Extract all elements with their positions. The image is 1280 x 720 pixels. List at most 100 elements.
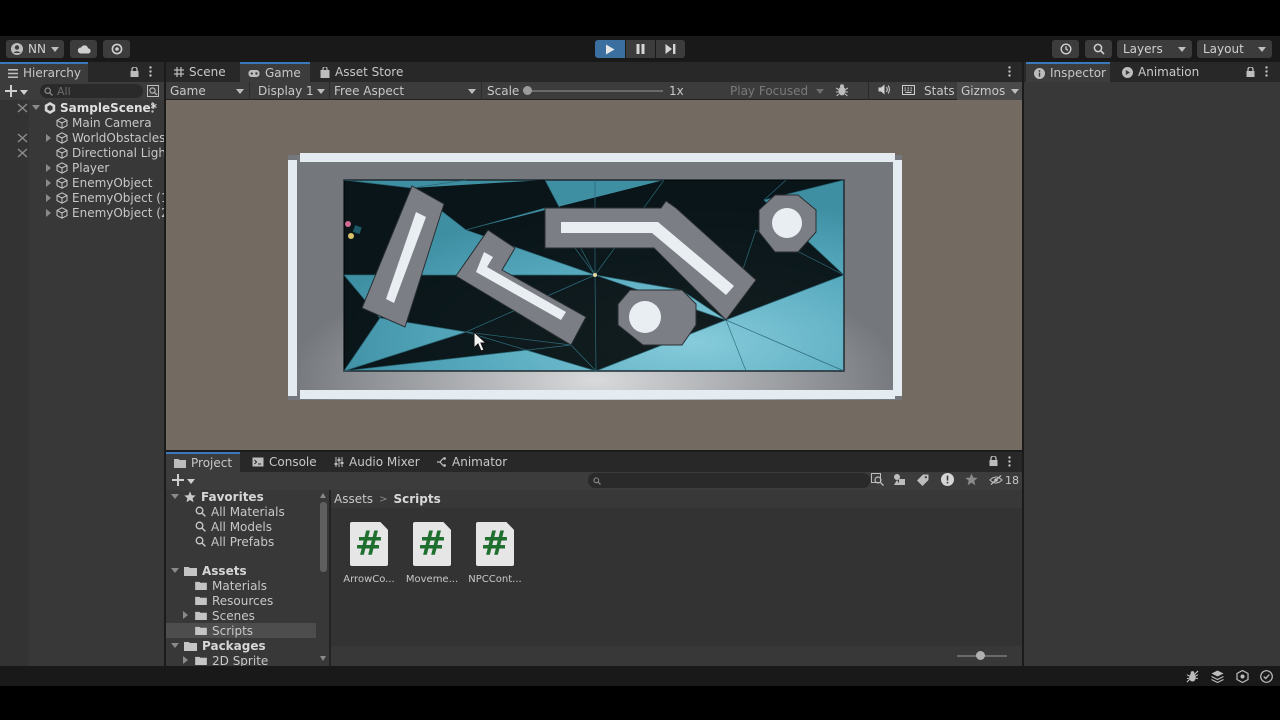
add-icon[interactable] [5,85,17,97]
chevron-down-icon[interactable] [171,568,179,573]
favorite-item[interactable]: All Prefabs [195,534,274,549]
cloud-button[interactable] [70,40,97,58]
star-icon [184,490,196,503]
check-circle-icon[interactable] [1260,670,1273,683]
breadcrumb-scripts[interactable]: Scripts [393,492,440,506]
hierarchy-item[interactable]: EnemyObject (2) [46,205,173,220]
tag-icon[interactable] [917,474,929,486]
chevron-right-icon[interactable] [46,191,56,205]
project-search-input[interactable] [588,473,870,488]
gizmos-dropdown[interactable]: Gizmos [957,82,1022,100]
chevron-right-icon[interactable] [46,161,56,175]
chevron-down-icon[interactable] [171,643,179,648]
tree-item-label: Scripts [212,623,254,638]
game-viewport[interactable] [166,100,1022,450]
folder-item[interactable]: Resources [195,593,273,608]
folder-item[interactable]: 2D Sprite [183,653,268,666]
more-options-icon[interactable] [1008,66,1011,77]
hierarchy-item[interactable]: WorldObstacles [46,130,165,145]
more-options-icon[interactable] [1008,456,1011,467]
search-by-type-icon[interactable] [871,473,884,486]
breadcrumb-assets[interactable]: Assets [334,492,373,506]
chevron-right-icon[interactable] [183,656,188,664]
stats-button[interactable]: Stats [924,84,955,98]
script-asset[interactable]: # ArrowCo... [339,522,399,585]
hierarchy-search-input[interactable]: All [40,84,143,98]
chevron-down-icon[interactable] [171,494,179,499]
display-dropdown[interactable]: Display 1 [254,82,330,100]
more-options-icon[interactable] [1265,66,1268,77]
history-button[interactable] [1052,40,1079,58]
cache-server-icon[interactable] [1236,670,1249,683]
game-mode-dropdown[interactable]: Game [166,82,250,100]
script-asset[interactable]: # NPCCont... [465,522,525,585]
tab-hierarchy[interactable]: Hierarchy [0,62,88,82]
play-focused-dropdown[interactable]: Play Focused [726,82,828,100]
favorites-header[interactable]: Favorites [171,490,264,504]
star-icon[interactable] [965,473,978,486]
tab-project[interactable]: Project [166,452,240,472]
warning-icon[interactable] [941,473,954,486]
lock-icon[interactable] [1246,67,1255,77]
visibility-icon[interactable] [17,103,28,113]
icon-size-slider-handle[interactable] [976,651,985,660]
hierarchy-item[interactable]: Player [46,160,109,175]
folder-item[interactable]: Materials [195,578,267,593]
collab-button[interactable] [103,40,130,58]
layout-dropdown[interactable]: Layout [1197,40,1272,58]
scroll-up-icon[interactable] [320,493,326,498]
project-tree-scrollbar[interactable] [318,490,329,666]
search-mode-icon[interactable] [147,85,159,97]
scene-row[interactable]: SampleScene* [32,100,164,115]
tab-inspector[interactable]: Inspector [1026,62,1110,82]
scale-slider[interactable] [523,90,663,92]
hierarchy-item[interactable]: Main Camera [46,115,152,130]
layers-dropdown[interactable]: Layers [1117,40,1192,58]
tab-animation[interactable]: Animation [1114,62,1214,82]
chevron-right-icon[interactable] [46,131,56,145]
chevron-down-icon[interactable] [187,479,195,484]
scroll-down-icon[interactable] [320,656,326,661]
tab-console[interactable]: Console [244,452,324,472]
chevron-right-icon[interactable] [46,206,56,220]
more-options-icon[interactable] [151,102,154,113]
lock-icon[interactable] [989,456,998,466]
folder-item[interactable]: Scripts [195,623,253,638]
script-asset[interactable]: # Moveme... [402,522,462,585]
aspect-dropdown[interactable]: Free Aspect [330,82,482,100]
tab-game[interactable]: Game [240,62,310,82]
more-options-icon[interactable] [149,66,152,77]
folder-item[interactable]: Scenes [183,608,255,623]
lock-icon[interactable] [130,67,139,77]
hierarchy-item[interactable]: EnemyObject (1) [46,190,173,205]
filter-type-icon[interactable] [893,473,906,486]
visibility-icon[interactable] [17,148,28,158]
hidden-packages-toggle[interactable]: 18 [989,473,1019,487]
keyboard-icon[interactable] [902,85,915,95]
tab-scene[interactable]: Scene [166,62,238,82]
step-button[interactable] [656,40,685,58]
bug-icon[interactable] [835,83,849,97]
packages-header[interactable]: Packages [171,638,266,653]
assets-header[interactable]: Assets [171,563,247,578]
visibility-icon[interactable] [17,133,28,143]
tab-animator[interactable]: Animator [428,452,508,472]
hierarchy-item[interactable]: Directional Light [46,145,171,160]
add-icon[interactable] [172,474,184,486]
layers-stack-icon[interactable] [1211,670,1224,683]
favorite-item[interactable]: All Models [195,519,272,534]
account-dropdown[interactable]: NN [6,40,64,58]
chevron-right-icon[interactable] [46,176,56,190]
bug-icon[interactable] [1186,670,1199,683]
scale-slider-handle[interactable] [523,86,532,95]
hierarchy-item[interactable]: EnemyObject [46,175,152,190]
favorite-item[interactable]: All Materials [195,504,285,519]
play-button[interactable] [595,40,625,58]
speaker-icon[interactable] [878,84,891,95]
tab-asset-store[interactable]: Asset Store [312,62,412,82]
chevron-down-icon[interactable] [20,90,28,95]
search-button[interactable] [1085,40,1112,58]
chevron-right-icon[interactable] [183,611,188,619]
pause-button[interactable] [626,40,655,58]
tab-audio-mixer[interactable]: Audio Mixer [326,452,422,472]
